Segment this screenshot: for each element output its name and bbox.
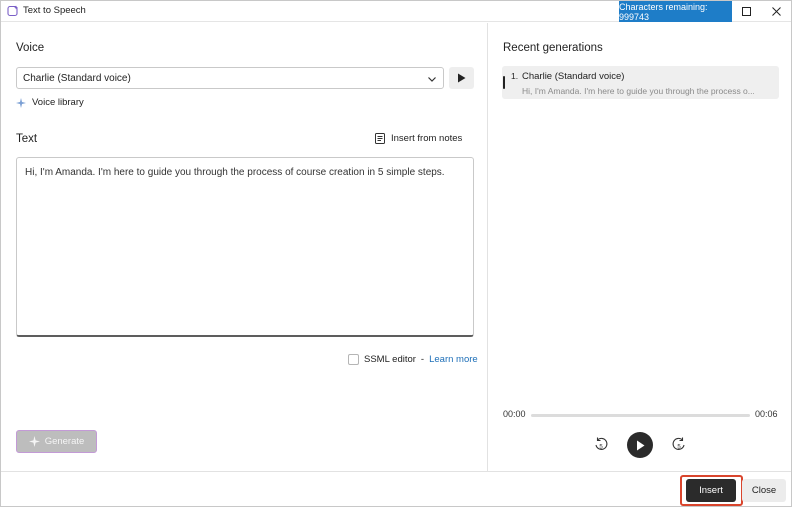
audio-seek-bar[interactable] [531,414,750,417]
skip-back-5-icon[interactable]: 5 [593,436,609,452]
voice-label: Voice [16,42,45,54]
window-close-button[interactable] [761,1,791,22]
maximize-button[interactable] [731,1,761,22]
selected-indicator [503,76,505,89]
dialog-footer: Insert Close [1,471,791,506]
generation-text-snippet: Hi, I'm Amanda. I'm here to guide you th… [522,86,754,96]
text-to-speech-window: Text to Speech Characters remaining: 999… [0,0,792,507]
voice-library-link[interactable]: Voice library [16,97,84,108]
generation-voice-name: Charlie (Standard voice) [522,71,625,82]
insert-from-notes-button[interactable]: Insert from notes [375,133,462,144]
window-title: Text to Speech [23,5,86,16]
ssml-editor-checkbox[interactable] [348,354,359,365]
characters-remaining-badge: Characters remaining: 999743 [619,1,732,22]
ssml-separator: - [420,354,425,365]
insert-button[interactable]: Insert [686,479,736,502]
generate-button[interactable]: Generate [16,430,97,453]
svg-text:5: 5 [677,445,681,451]
text-input[interactable]: Hi, I'm Amanda. I'm here to guide you th… [16,157,474,337]
close-icon [771,7,781,16]
generation-item[interactable]: 1. Charlie (Standard voice) Hi, I'm Aman… [502,66,779,99]
play-button[interactable] [627,432,653,458]
recent-generations-label: Recent generations [503,42,603,54]
current-time: 00:00 [503,409,526,419]
voice-dropdown[interactable]: Charlie (Standard voice) [16,67,444,89]
title-bar: Text to Speech Characters remaining: 999… [1,1,791,22]
ssml-editor-toggle: SSML editor - Learn more [348,354,478,365]
input-panel: Voice Charlie (Standard voice) Voice lib… [1,23,487,471]
notes-icon [375,133,385,144]
text-label: Text [16,133,38,145]
maximize-icon [741,7,751,16]
sparkle-icon [28,436,40,447]
skip-forward-5-icon[interactable]: 5 [671,436,687,452]
learn-more-link[interactable]: Learn more [429,354,478,365]
play-icon [636,440,644,450]
insert-from-notes-label: Insert from notes [391,133,463,144]
recent-generations-panel: Recent generations 1. Charlie (Standard … [488,23,791,471]
voice-library-label: Voice library [32,97,84,108]
chevron-down-icon [428,77,436,82]
app-icon [7,5,18,17]
voice-dropdown-value: Charlie (Standard voice) [23,73,131,84]
generate-label: Generate [44,436,85,447]
sparkle-icon [16,97,26,108]
close-button[interactable]: Close [742,479,786,502]
total-time: 00:06 [755,409,778,419]
generation-number: 1. [511,71,519,81]
preview-voice-button[interactable] [449,67,474,89]
ssml-editor-label: SSML editor [364,354,416,365]
play-icon [458,73,466,83]
